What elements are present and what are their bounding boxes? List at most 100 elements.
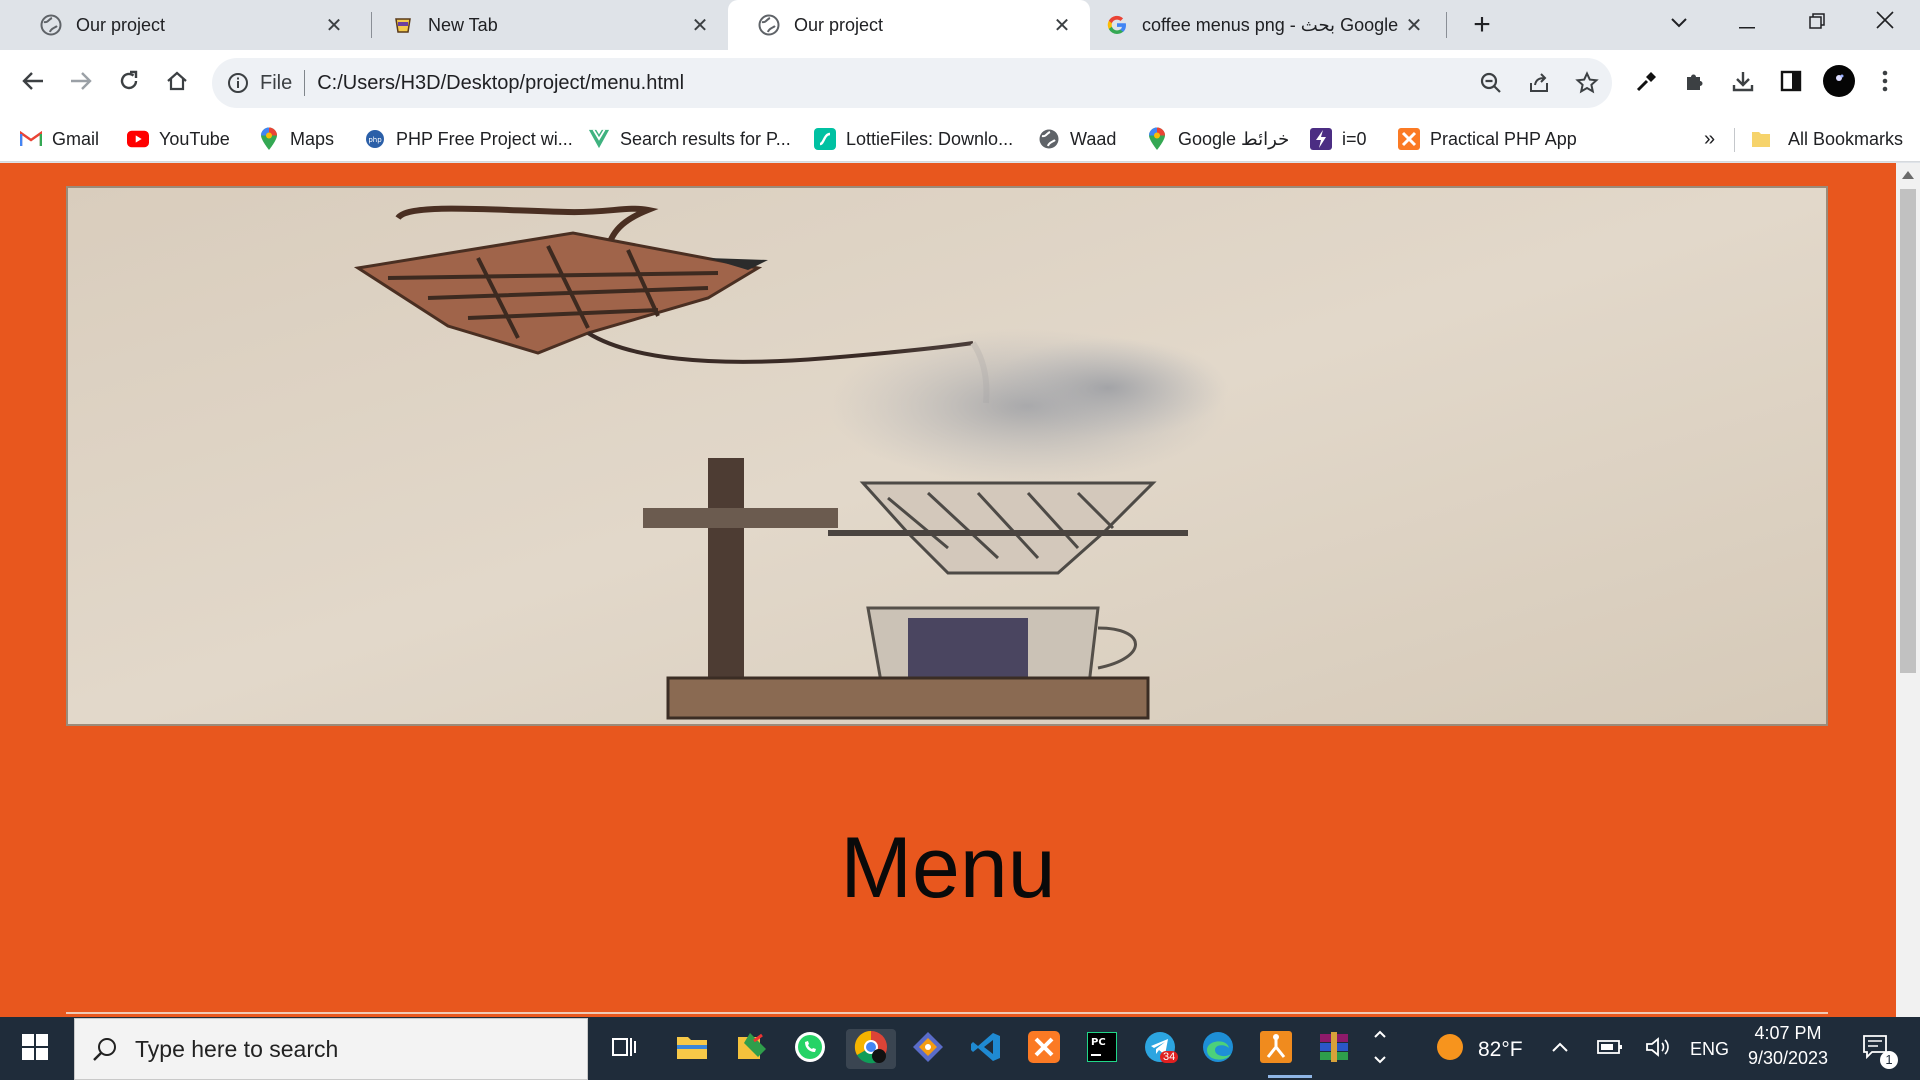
taskbar-overflow-button[interactable]	[1362, 1029, 1398, 1069]
downloads-button[interactable]	[1726, 66, 1760, 100]
scroll-up-icon[interactable]	[1902, 171, 1914, 179]
side-panel-button[interactable]	[1774, 66, 1808, 100]
file-manager-app-button[interactable]	[732, 1029, 772, 1069]
restore-button[interactable]	[1790, 0, 1844, 46]
battery-button[interactable]	[1590, 1029, 1630, 1069]
home-button[interactable]	[160, 66, 194, 100]
close-icon[interactable]: ✕	[322, 13, 346, 37]
chrome-menu-button[interactable]	[1868, 66, 1902, 100]
bookmark-google-maps[interactable]: Google خرائط	[1146, 116, 1289, 162]
forward-button[interactable]	[64, 66, 98, 100]
chrome-taskbar-button[interactable]	[846, 1029, 896, 1069]
search-icon	[91, 1035, 119, 1063]
bookmarks-overflow-button[interactable]: »	[1704, 116, 1715, 162]
git-client-button[interactable]	[908, 1029, 948, 1069]
pycharm-button[interactable]: PC	[1082, 1029, 1122, 1069]
sublime-merge-button[interactable]	[1256, 1029, 1296, 1069]
bookmark-label: Gmail	[52, 128, 100, 149]
bookmark-practical-php-app[interactable]: Practical PHP App	[1398, 116, 1577, 162]
telegram-button[interactable]: 34	[1140, 1029, 1180, 1069]
bookmark-star-icon[interactable]	[1574, 70, 1600, 96]
search-placeholder: Type here to search	[135, 1035, 339, 1062]
bookmarks-bar: Gmail YouTube Maps php PHP Free Project …	[0, 116, 1920, 162]
file-explorer-button[interactable]	[672, 1029, 712, 1069]
minimize-button[interactable]	[1720, 0, 1774, 46]
vscode-button[interactable]	[966, 1029, 1006, 1069]
tab-new-tab[interactable]: New Tab ✕	[362, 0, 728, 50]
show-hidden-icons-button[interactable]	[1540, 1029, 1580, 1069]
windows-logo-icon	[22, 1033, 48, 1065]
all-bookmarks-folder[interactable]: All Bookmarks	[1750, 116, 1903, 162]
branch-app-icon	[1260, 1030, 1292, 1068]
info-icon[interactable]	[226, 71, 250, 95]
action-center-button[interactable]: 1	[1856, 1029, 1898, 1069]
running-indicator	[1268, 1075, 1312, 1078]
close-icon[interactable]: ✕	[1402, 13, 1426, 37]
tab-our-project-1[interactable]: Our project ✕	[10, 0, 362, 50]
tab-title: New Tab	[428, 14, 498, 35]
coffee-pour-over-illustration	[66, 186, 1828, 726]
bookmark-gmail[interactable]: Gmail	[20, 116, 99, 162]
tab-title: Our project	[76, 14, 166, 35]
notification-badge: 34	[1160, 1051, 1179, 1063]
address-bar[interactable]: File C:/Users/H3D/Desktop/project/menu.h…	[212, 58, 1612, 108]
zoom-out-icon[interactable]	[1478, 70, 1504, 96]
bookmark-search-results[interactable]: Search results for P...	[588, 116, 791, 162]
extensions-button[interactable]	[1678, 66, 1712, 100]
close-icon[interactable]: ✕	[1050, 13, 1074, 37]
cup-icon	[392, 14, 414, 36]
reload-button[interactable]	[112, 66, 146, 100]
taskbar-search[interactable]: Type here to search	[74, 1018, 588, 1080]
input-language-indicator[interactable]: ENG	[1690, 1039, 1729, 1060]
temperature-label: 82°F	[1478, 1038, 1523, 1061]
profile-button[interactable]	[1822, 64, 1856, 103]
tab-strip: Our project ✕ New Tab ✕ Our project ✕ co…	[0, 0, 1920, 50]
scrollbar-thumb[interactable]	[1900, 189, 1916, 673]
xampp-button[interactable]	[1024, 1029, 1064, 1069]
restore-icon	[1809, 12, 1825, 35]
close-icon[interactable]: ✕	[688, 13, 712, 37]
page-viewport: Menu	[0, 163, 1896, 1017]
bookmark-label: i=0	[1342, 128, 1367, 149]
winrar-button[interactable]	[1314, 1029, 1354, 1069]
bookmark-waad[interactable]: Waad	[1038, 116, 1116, 162]
bookmark-i0[interactable]: i=0	[1310, 116, 1367, 162]
speaker-icon	[1645, 1036, 1671, 1063]
edge-button[interactable]	[1198, 1029, 1238, 1069]
bookmark-youtube[interactable]: YouTube	[127, 116, 230, 162]
task-view-icon	[611, 1035, 637, 1064]
bookmark-php-free-project[interactable]: php PHP Free Project wi...	[364, 116, 573, 162]
clock[interactable]: 4:07 PM 9/30/2023	[1740, 1023, 1836, 1069]
globe-icon	[758, 14, 780, 36]
clock-time: 4:07 PM	[1754, 1023, 1822, 1043]
close-window-button[interactable]	[1858, 0, 1912, 46]
xampp-icon	[1398, 128, 1420, 150]
task-view-button[interactable]	[604, 1029, 644, 1069]
bookmark-label: All Bookmarks	[1788, 128, 1904, 149]
chevron-up-icon	[1551, 1040, 1569, 1058]
page-scrollbar[interactable]	[1896, 163, 1920, 1017]
bookmark-lottiefiles[interactable]: LottieFiles: Downlo...	[814, 116, 1013, 162]
eyedropper-extension-button[interactable]	[1630, 66, 1664, 100]
bookmark-maps[interactable]: Maps	[258, 116, 334, 162]
bookmark-label: PHP Free Project wi...	[396, 128, 573, 149]
new-tab-button[interactable]: +	[1466, 8, 1498, 41]
bolt-icon	[1310, 128, 1332, 150]
tab-google-search[interactable]: coffee menus png - بحث Google ✕	[1090, 0, 1442, 50]
kebab-menu-icon	[1882, 70, 1888, 97]
volume-button[interactable]	[1638, 1029, 1678, 1069]
whatsapp-button[interactable]	[790, 1029, 830, 1069]
youtube-icon	[127, 128, 149, 150]
share-icon[interactable]	[1526, 70, 1552, 96]
avatar	[1822, 64, 1856, 103]
tab-our-project-active[interactable]: Our project ✕	[728, 0, 1090, 50]
side-panel-icon	[1780, 70, 1802, 97]
notification-count-badge: 1	[1880, 1051, 1898, 1069]
start-button[interactable]	[12, 1031, 58, 1067]
diamond-app-icon	[911, 1030, 945, 1069]
tab-search-button[interactable]	[1652, 0, 1706, 46]
url-text[interactable]: C:/Users/H3D/Desktop/project/menu.html	[317, 72, 684, 95]
weather-button[interactable]	[1430, 1029, 1470, 1069]
bookmark-label: Search results for P...	[620, 128, 791, 149]
back-button[interactable]	[16, 66, 50, 100]
